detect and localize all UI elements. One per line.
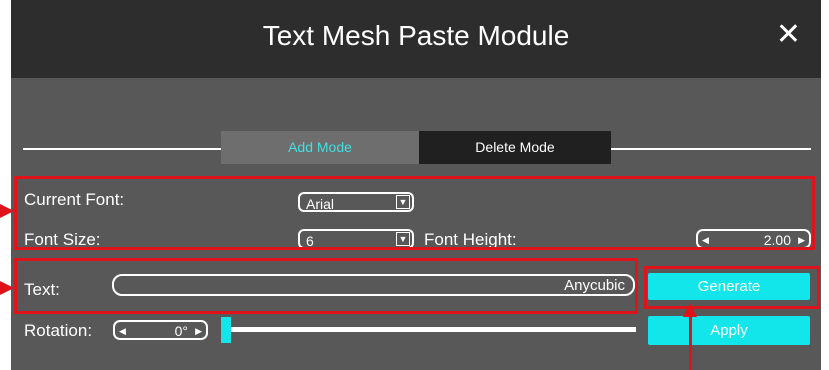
chevron-down-icon: ▼: [396, 195, 410, 209]
current-font-label: Current Font:: [24, 190, 125, 209]
font-height-label: Font Height:: [424, 230, 517, 249]
close-icon[interactable]: ✕: [776, 17, 801, 52]
arrow-left-icon[interactable]: ◀: [119, 322, 126, 340]
font-size-select[interactable]: 6 ▼: [298, 229, 414, 249]
tab-add-mode[interactable]: Add Mode: [221, 131, 419, 164]
pointer-arrow-up-icon: [683, 303, 697, 317]
arrow-left-icon[interactable]: ◀: [702, 231, 709, 249]
text-input[interactable]: Anycubic: [112, 274, 635, 296]
title-bar: Text Mesh Paste Module ✕: [11, 0, 821, 78]
font-height-value: 2.00: [763, 232, 791, 248]
pointer-arrow-icon: [0, 281, 14, 295]
divider-left: [23, 148, 221, 150]
divider-right: [611, 148, 811, 150]
font-height-stepper[interactable]: ◀ 2.00 ▶: [696, 229, 811, 249]
pointer-arrow-shaft: [689, 316, 692, 370]
window-title: Text Mesh Paste Module: [262, 20, 570, 51]
rotation-label: Rotation:: [24, 321, 93, 340]
rotation-slider-thumb[interactable]: [221, 317, 231, 343]
text-label: Text:: [24, 280, 60, 299]
pointer-arrow-icon: [0, 204, 14, 218]
module-panel: Text Mesh Paste Module ✕ Add Mode Delete…: [11, 0, 821, 370]
rotation-stepper[interactable]: ◀ 0° ▶: [113, 320, 208, 340]
generate-button[interactable]: Generate: [648, 273, 810, 300]
font-size-label: Font Size:: [24, 230, 101, 249]
font-select-value: Arial: [306, 196, 335, 212]
chevron-down-icon: ▼: [396, 232, 410, 246]
arrow-right-icon[interactable]: ▶: [798, 231, 805, 249]
font-select[interactable]: Arial ▼: [298, 192, 414, 212]
tab-delete-mode[interactable]: Delete Mode: [419, 131, 611, 164]
arrow-right-icon[interactable]: ▶: [195, 322, 202, 340]
font-size-value: 6: [306, 233, 314, 249]
rotation-value: 0°: [174, 323, 188, 339]
apply-button[interactable]: Apply: [648, 316, 810, 345]
rotation-slider-track[interactable]: [231, 327, 636, 332]
